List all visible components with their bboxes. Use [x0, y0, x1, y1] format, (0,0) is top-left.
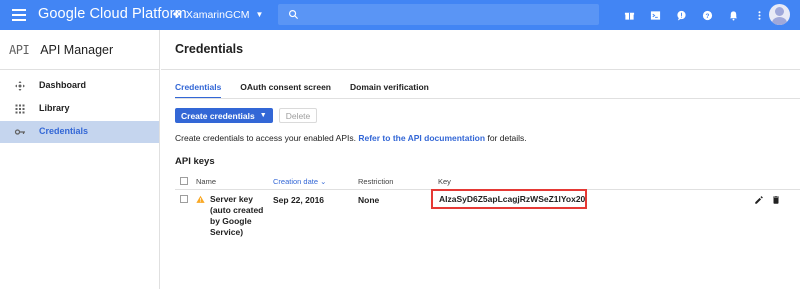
- column-header-creation-date[interactable]: Creation date ⌄: [273, 177, 326, 186]
- gift-icon[interactable]: [616, 6, 642, 24]
- tab-oauth-consent-screen[interactable]: OAuth consent screen: [240, 82, 331, 99]
- edit-icon[interactable]: [754, 195, 764, 205]
- terminal-icon[interactable]: [642, 6, 668, 24]
- main-header: Credentials: [161, 30, 800, 70]
- create-credentials-button[interactable]: Create credentials ▼: [175, 108, 273, 123]
- sort-arrow-icon: ⌄: [320, 177, 327, 186]
- credentials-description: Create credentials to access your enable…: [175, 133, 527, 143]
- page-title: Credentials: [175, 42, 244, 56]
- sidebar-item-dashboard[interactable]: Dashboard: [0, 75, 159, 97]
- tab-domain-verification[interactable]: Domain verification: [350, 82, 429, 99]
- delete-button[interactable]: Delete: [279, 108, 317, 123]
- notifications-icon[interactable]: [720, 6, 746, 24]
- tab-credentials[interactable]: Credentials: [175, 82, 222, 99]
- sidebar-item-label: Dashboard: [39, 80, 87, 90]
- tab-bar: Credentials OAuth consent screen Domain …: [175, 82, 448, 99]
- svg-text:?: ?: [705, 12, 709, 19]
- sidebar-item-label: Library: [39, 103, 70, 113]
- column-header-key: Key: [438, 177, 451, 186]
- feedback-icon[interactable]: [668, 6, 694, 24]
- project-selector[interactable]: ❖ XamarinGCM ▼: [172, 8, 264, 22]
- key-name[interactable]: Server key (auto created by Google Servi…: [210, 194, 270, 238]
- row-checkbox[interactable]: [180, 195, 188, 203]
- description-text: Create credentials to access your enable…: [175, 133, 356, 143]
- column-header-restriction: Restriction: [358, 177, 394, 186]
- api-key-value[interactable]: AIzaSyD6Z5apLcagjRzWSeZ1lYox20: [431, 189, 587, 209]
- warning-icon: [196, 195, 205, 203]
- key-icon: [14, 129, 25, 135]
- key-restriction: None: [358, 195, 380, 205]
- key-creation-date: Sep 22, 2016: [273, 195, 325, 205]
- top-bar: Google Cloud Platform ❖ XamarinGCM ▼ ?: [0, 0, 800, 30]
- project-icon: ❖: [172, 9, 182, 21]
- sidebar: API API Manager Dashboard Library Creden…: [0, 30, 160, 289]
- menu-icon[interactable]: [12, 9, 26, 21]
- project-name: XamarinGCM: [185, 8, 250, 21]
- column-header-name: Name: [196, 177, 217, 186]
- dashboard-icon: [15, 81, 25, 91]
- chevron-down-icon: ▼: [255, 10, 264, 19]
- avatar[interactable]: [769, 4, 790, 25]
- create-credentials-label: Create credentials: [181, 110, 255, 121]
- sidebar-item-library[interactable]: Library: [0, 98, 159, 120]
- description-end: for details.: [487, 133, 527, 143]
- api-keys-heading: API keys: [175, 156, 215, 167]
- delete-icon[interactable]: [771, 195, 781, 205]
- help-icon[interactable]: ?: [694, 6, 720, 24]
- search-input[interactable]: [278, 4, 599, 25]
- library-icon: [15, 104, 25, 114]
- api-documentation-link[interactable]: Refer to the API documentation: [358, 133, 485, 143]
- sidebar-item-label: Credentials: [39, 126, 89, 136]
- sidebar-item-credentials[interactable]: Credentials: [0, 121, 159, 143]
- api-logo: API: [9, 42, 30, 57]
- brand-title[interactable]: Google Cloud Platform: [38, 6, 187, 22]
- search-icon: [289, 10, 299, 20]
- sidebar-header: API API Manager: [0, 30, 159, 70]
- chevron-down-icon: ▼: [259, 112, 267, 119]
- tabs-divider: [175, 98, 800, 99]
- sidebar-title: API Manager: [40, 42, 114, 57]
- select-all-checkbox[interactable]: [180, 177, 188, 185]
- creation-date-label: Creation date: [273, 177, 319, 186]
